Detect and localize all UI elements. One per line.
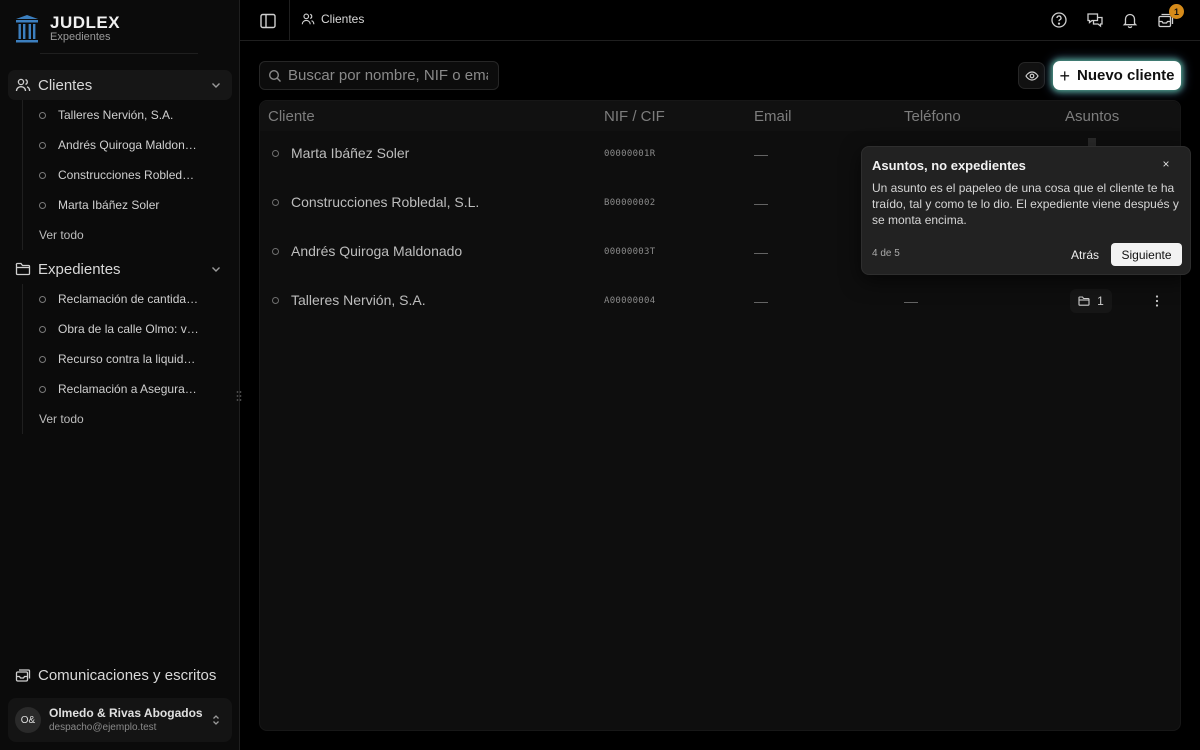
help-icon[interactable] — [1050, 11, 1068, 29]
notification-badge: 1 — [1169, 4, 1184, 19]
see-all-clientes-link[interactable]: Ver todo — [33, 220, 232, 250]
nav-group-expedientes: Expedientes Reclamación de cantidad a Ta… — [8, 254, 232, 434]
sidebar-item-comunicaciones[interactable]: Comunicaciones y escritos — [8, 661, 232, 689]
column-header-cliente[interactable]: Cliente — [268, 108, 315, 125]
client-nif: 00000001R — [604, 149, 656, 159]
account-switcher[interactable]: O& Olmedo & Rivas Abogados despacho@ejem… — [8, 698, 232, 742]
onboarding-tour-popover: Asuntos, no expedientes × Un asunto es e… — [861, 146, 1191, 275]
asuntos-count: 1 — [1097, 294, 1104, 308]
client-nif: A00000004 — [604, 296, 656, 306]
plus-icon: + — [1059, 65, 1070, 86]
pillar-icon — [16, 15, 38, 43]
sidebar-subitem[interactable]: Talleres Nervión, S.A. — [33, 100, 232, 130]
nav-group-clientes: Clientes Talleres Nervión, S.A. Andrés Q… — [8, 70, 232, 250]
tour-title: Asuntos, no expedientes — [872, 158, 1026, 173]
tour-body: Un asunto es el papeleo de una cosa que … — [872, 181, 1179, 227]
users-icon — [301, 13, 315, 25]
sidebar-subitem[interactable]: Obra de la calle Olmo: vicios ocultos — [33, 314, 232, 344]
close-icon[interactable]: × — [1159, 157, 1173, 171]
table-row[interactable]: Talleres Nervión, S.A. A00000004 — — 1 — [260, 278, 1180, 327]
bell-icon[interactable] — [1121, 11, 1139, 29]
sidebar-item-clientes[interactable]: Clientes — [8, 70, 232, 100]
column-header-asuntos[interactable]: Asuntos — [1065, 108, 1119, 125]
circle-icon — [272, 149, 279, 157]
breadcrumb: Clientes — [301, 12, 364, 26]
new-client-button[interactable]: + Nuevo cliente — [1053, 61, 1181, 90]
users-icon — [15, 78, 31, 92]
circle-icon — [39, 171, 46, 179]
search-field[interactable] — [259, 61, 499, 90]
account-email: despacho@ejemplo.test — [49, 722, 157, 733]
avatar: O& — [15, 707, 41, 733]
brand-name: JUDLEX — [50, 12, 121, 32]
divider — [289, 0, 290, 40]
sidebar-item-label: Clientes — [38, 76, 93, 94]
circle-icon — [39, 141, 46, 149]
chevron-down-icon[interactable] — [210, 79, 222, 91]
column-header-telefono[interactable]: Teléfono — [904, 108, 961, 125]
folder-icon — [15, 262, 31, 276]
asuntos-count-chip[interactable]: 1 — [1070, 289, 1112, 313]
tour-next-button[interactable]: Siguiente — [1111, 243, 1182, 266]
sidebar-subitem[interactable]: Andrés Quiroga Maldonado — [33, 130, 232, 160]
tour-back-button[interactable]: Atrás — [1065, 243, 1105, 266]
circle-icon — [272, 247, 279, 255]
circle-icon — [39, 355, 46, 363]
client-name: Construcciones Robledal, S.L. — [291, 194, 480, 210]
client-name: Marta Ibáñez Soler — [291, 145, 410, 161]
account-name: Olmedo & Rivas Abogados — [49, 706, 203, 720]
client-nif: B00000002 — [604, 198, 656, 208]
comms-label: Comunicaciones y escritos — [38, 666, 217, 684]
circle-icon — [272, 198, 279, 206]
nav-list-clientes: Talleres Nervión, S.A. Andrés Quiroga Ma… — [22, 100, 232, 250]
inbox-stack-icon — [15, 669, 31, 682]
client-email: — — [754, 244, 768, 260]
brand-subtitle: Expedientes — [50, 30, 111, 43]
new-client-label: Nuevo cliente — [1076, 67, 1175, 84]
brand[interactable]: JUDLEX Expedientes — [14, 12, 120, 46]
folder-icon — [1078, 296, 1090, 306]
divider — [40, 53, 198, 54]
sidebar-subitem[interactable]: Construcciones Robledal, S.L. — [33, 160, 232, 190]
circle-icon — [272, 296, 279, 304]
sidebar: JUDLEX Expedientes Clientes Talleres Ner… — [0, 0, 240, 750]
search-icon — [268, 69, 281, 82]
column-header-nif[interactable]: NIF / CIF — [604, 108, 665, 125]
nav-list-expedientes: Reclamación de cantidad a Talleres Obra … — [22, 284, 232, 434]
client-name: Andrés Quiroga Maldonado — [291, 243, 463, 259]
grip-icon[interactable] — [235, 390, 243, 402]
client-email: — — [754, 195, 768, 211]
client-email: — — [754, 146, 768, 162]
breadcrumb-label: Clientes — [321, 12, 365, 26]
messages-icon[interactable] — [1086, 11, 1104, 29]
sidebar-toggle-icon[interactable] — [258, 11, 278, 31]
chevron-down-icon[interactable] — [210, 263, 222, 275]
topbar: Clientes 1 — [240, 0, 1200, 41]
sidebar-item-label: Expedientes — [38, 260, 121, 278]
table-header: Cliente NIF / CIF Email Teléfono Asuntos — [260, 101, 1180, 131]
client-phone: — — [904, 293, 918, 309]
client-nif: 00000003T — [604, 247, 656, 257]
more-vertical-icon[interactable] — [1150, 293, 1164, 309]
see-all-expedientes-link[interactable]: Ver todo — [33, 404, 232, 434]
search-input[interactable] — [288, 67, 488, 84]
sidebar-item-expedientes[interactable]: Expedientes — [8, 254, 232, 284]
sidebar-subitem[interactable]: Reclamación a Aseguradora — [33, 374, 232, 404]
circle-icon — [39, 325, 46, 333]
toggle-visibility-button[interactable] — [1018, 62, 1045, 89]
column-header-email[interactable]: Email — [754, 108, 792, 125]
circle-icon — [39, 385, 46, 393]
circle-icon — [39, 111, 46, 119]
circle-icon — [39, 201, 46, 209]
sidebar-subitem[interactable]: Reclamación de cantidad a Talleres — [33, 284, 232, 314]
circle-icon — [39, 295, 46, 303]
sidebar-subitem[interactable]: Marta Ibáñez Soler — [33, 190, 232, 220]
client-email: — — [754, 293, 768, 309]
sidebar-subitem[interactable]: Recurso contra la liquidación — [33, 344, 232, 374]
eye-icon — [1024, 70, 1039, 81]
chevron-updown-icon — [213, 715, 219, 725]
client-name: Talleres Nervión, S.A. — [291, 292, 426, 308]
tour-step-indicator: 4 de 5 — [872, 248, 900, 259]
